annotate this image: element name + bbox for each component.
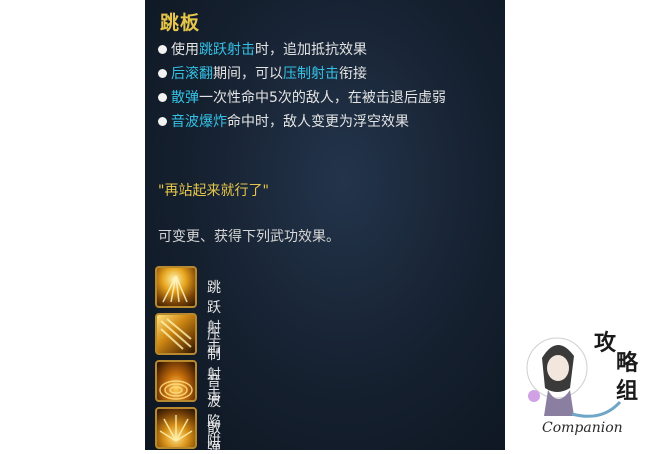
skill-keyword: 压制射击 (283, 66, 339, 82)
bullet-dot-icon (158, 92, 167, 102)
effect-text: 后滚翻期间，可以压制射击衔接 (171, 66, 367, 82)
jump-shot-skill-icon[interactable] (155, 266, 197, 308)
effect-item: 音波爆炸命中时，敌人变更为浮空效果 (158, 110, 446, 134)
effect-item: 散弹一次性命中5次的敌人，在被击退后虚弱 (158, 86, 446, 110)
companion-watermark: 攻 略 组 Companion (512, 318, 650, 450)
skill-description: 可变更、获得下列武功效果。 (158, 229, 340, 245)
flavor-quote: "再站起来就行了" (158, 183, 269, 199)
bullet-dot-icon (158, 44, 167, 54)
effect-text: 音波爆炸命中时，敌人变更为浮空效果 (171, 114, 409, 130)
effect-text: 使用跳跃射击时，追加抵抗效果 (171, 42, 367, 58)
sonic-trap-skill-icon[interactable] (155, 360, 197, 402)
companion-text: Companion (542, 420, 623, 436)
effect-item: 使用跳跃射击时，追加抵抗效果 (158, 38, 446, 62)
effect-segment: 一次性命中5次的敌人，在被击退后虚弱 (199, 90, 446, 106)
skill-keyword: 散弹 (171, 90, 199, 106)
skill-keyword: 后滚翻 (171, 66, 213, 82)
effect-list: 使用跳跃射击时，追加抵抗效果 后滚翻期间，可以压制射击衔接 散弹一次性命中5次的… (158, 38, 446, 134)
bullet-dot-icon (158, 116, 167, 126)
svg-text:攻: 攻 (594, 330, 617, 356)
effect-segment: 期间，可以 (213, 66, 283, 82)
svg-text:组: 组 (616, 378, 638, 404)
effect-segment: 使用 (171, 42, 199, 58)
effect-segment: 衔接 (339, 66, 367, 82)
skill-keyword: 跳跃射击 (199, 42, 255, 58)
effect-segment: 时，追加抵抗效果 (255, 42, 367, 58)
skill-keyword: 音波爆炸 (171, 114, 227, 130)
svg-text:略: 略 (616, 350, 639, 376)
scatter-shot-skill-icon[interactable] (155, 407, 197, 449)
skill-label: 散弹 (207, 421, 221, 450)
effect-text: 散弹一次性命中5次的敌人，在被击退后虚弱 (171, 90, 446, 106)
suppressing-fire-skill-icon[interactable] (155, 313, 197, 355)
effect-segment: 命中时，敌人变更为浮空效果 (227, 114, 409, 130)
effect-item: 后滚翻期间，可以压制射击衔接 (158, 62, 446, 86)
bullet-dot-icon (158, 68, 167, 78)
tooltip-title: 跳板 (160, 12, 201, 34)
skill-tooltip-panel: 跳板 使用跳跃射击时，追加抵抗效果 后滚翻期间，可以压制射击衔接 散弹一次性命中… (145, 0, 505, 450)
